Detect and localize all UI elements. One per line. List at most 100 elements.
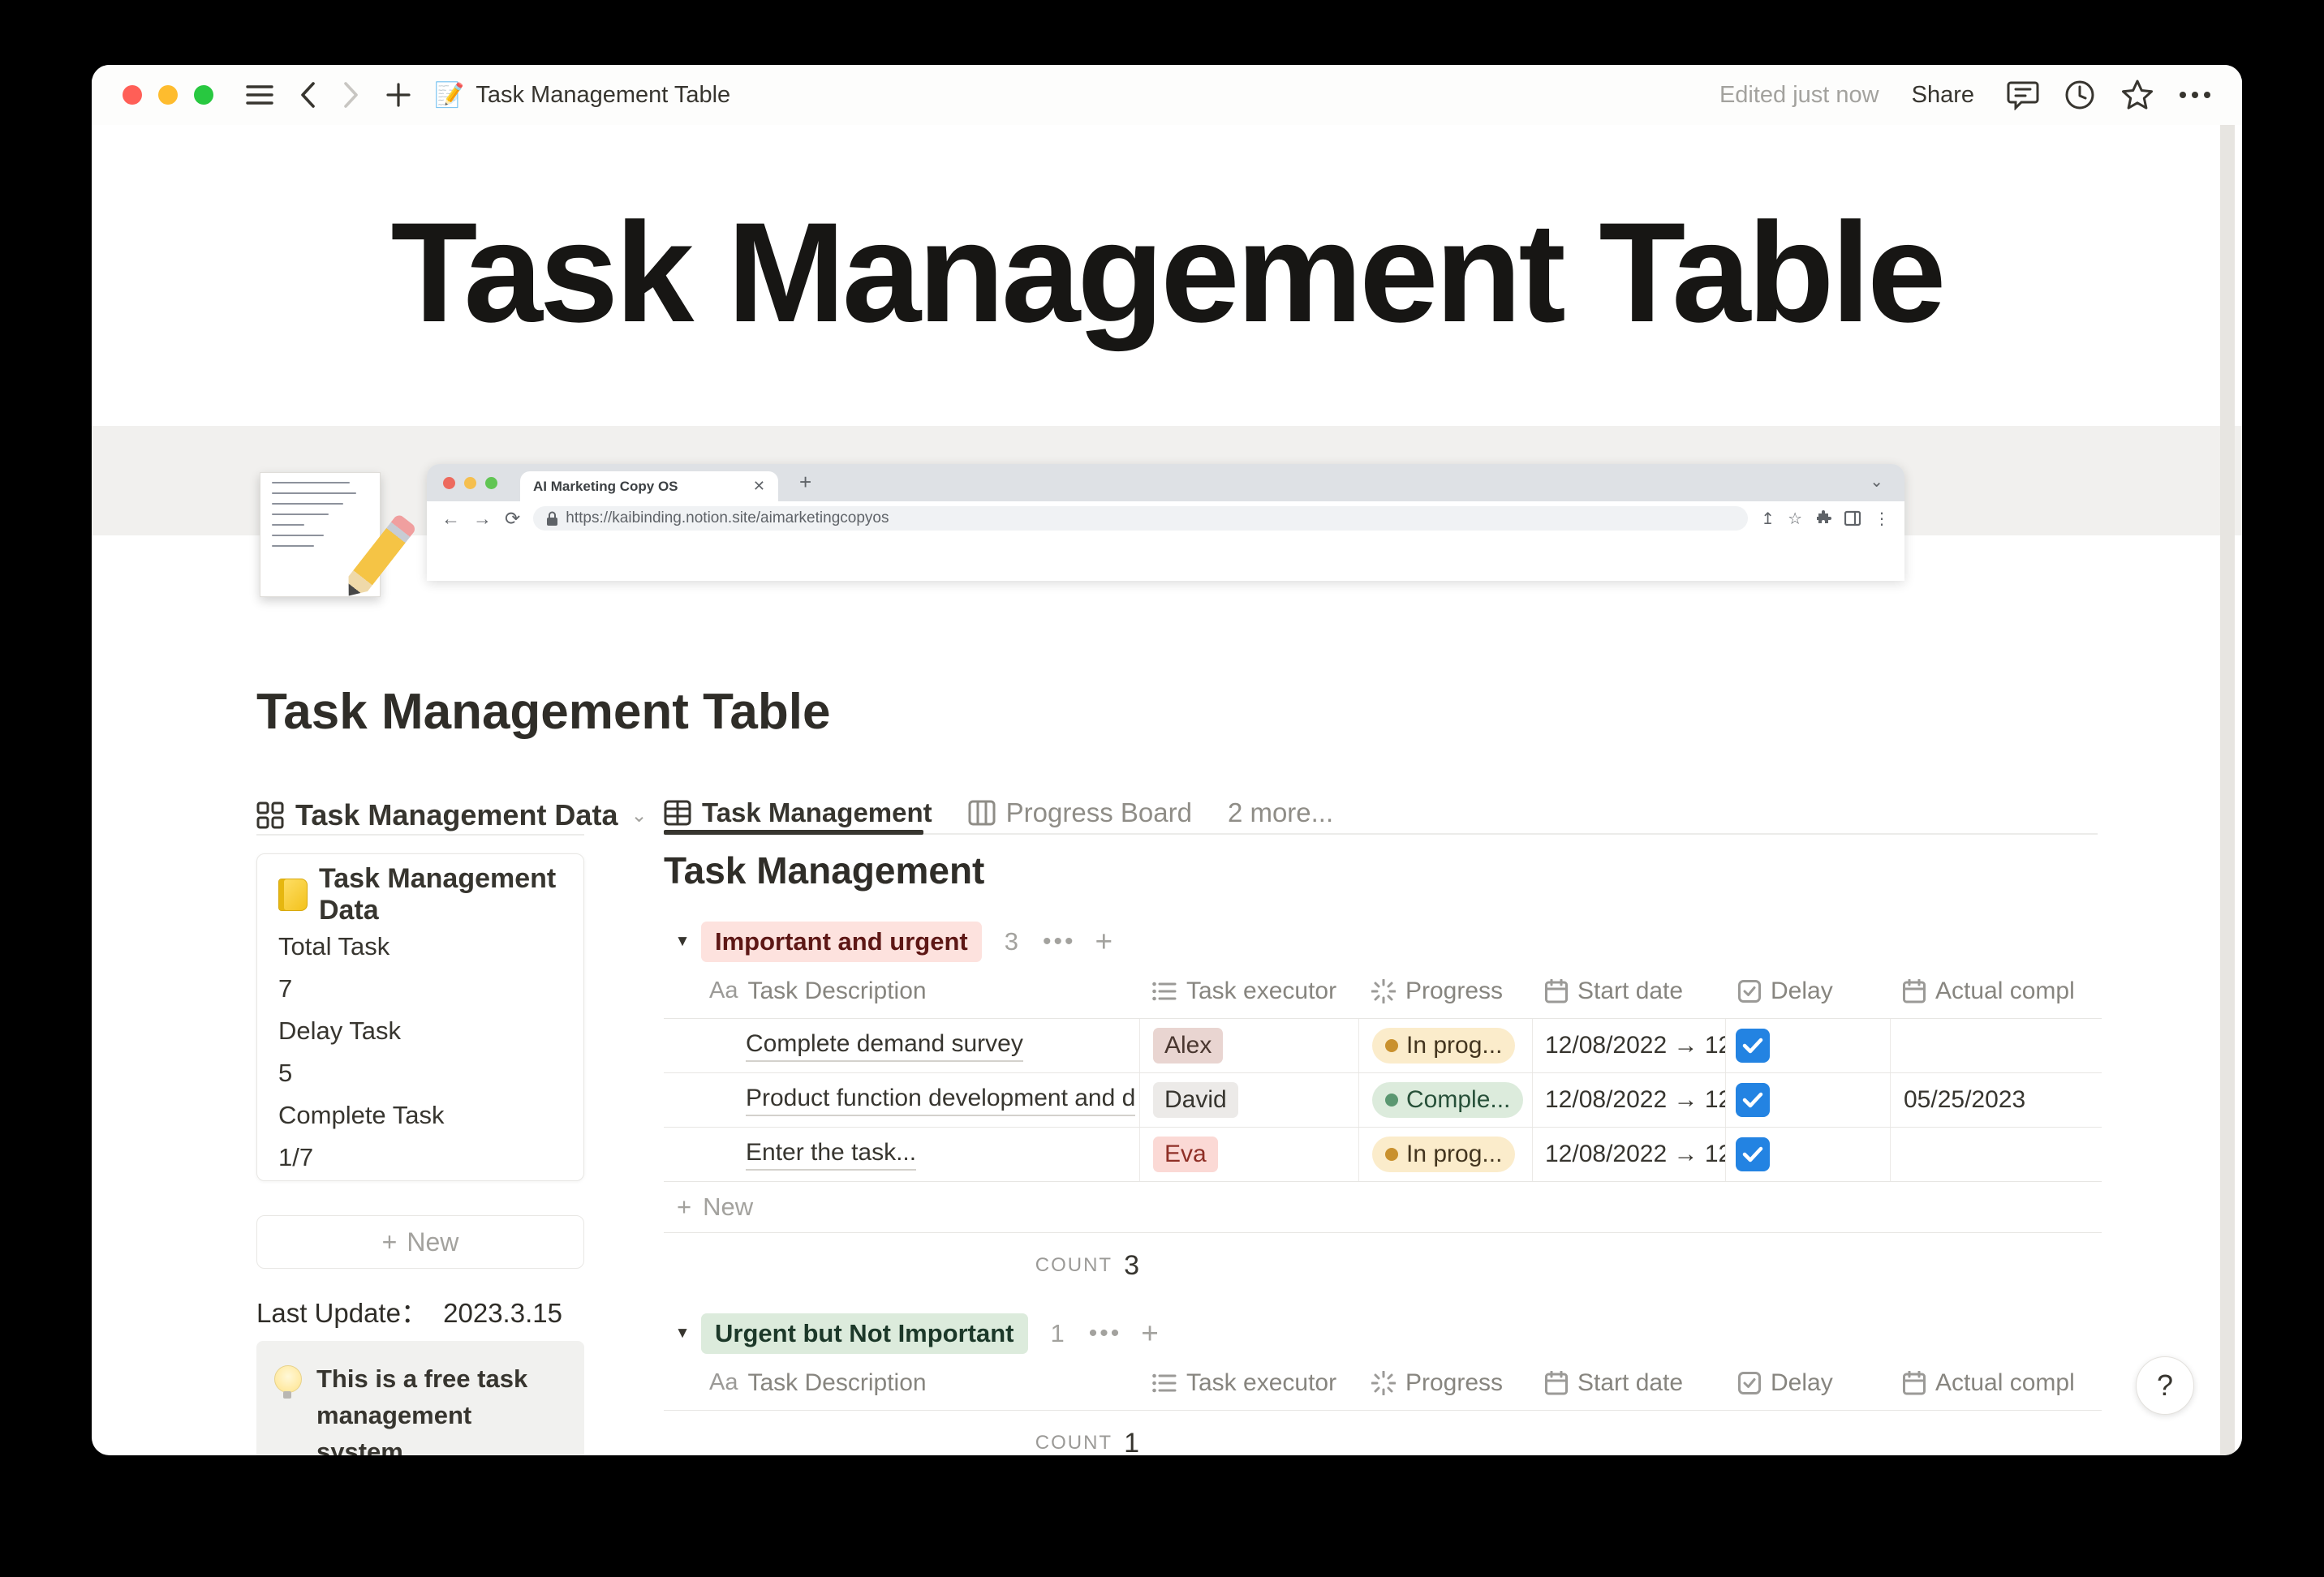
actual-complete-cell[interactable]: 05/25/2023 bbox=[1890, 1073, 2098, 1127]
collection-divider bbox=[256, 834, 584, 836]
group-name-badge[interactable]: Important and urgent bbox=[701, 922, 982, 962]
column-header-label: Task executor bbox=[1186, 1369, 1336, 1397]
delay-cell[interactable] bbox=[1725, 1019, 1890, 1072]
actual-complete-cell[interactable] bbox=[1890, 1019, 2098, 1072]
column-header[interactable]: AaTask Description bbox=[664, 978, 1139, 1005]
stats-card: Task Management Data Total Task 7 Delay … bbox=[256, 853, 584, 1181]
cover-hero-title: Task Management Table bbox=[92, 202, 2242, 344]
stat-label: Total Task bbox=[278, 926, 562, 968]
table-row[interactable]: Product function development and d David C… bbox=[664, 1073, 2102, 1128]
tab-task-management[interactable]: Task Management bbox=[664, 797, 932, 828]
group-name-badge[interactable]: Urgent but Not Important bbox=[701, 1313, 1028, 1354]
text-property-icon: Aa bbox=[709, 1369, 738, 1396]
menu-icon[interactable] bbox=[246, 84, 273, 105]
browser-mockup: AI Marketing Copy OS ✕ + ⌄ ← → ⟳ https:/… bbox=[427, 464, 1904, 581]
status-property-icon bbox=[1371, 979, 1396, 1003]
page-scrollbar[interactable] bbox=[2220, 125, 2235, 1455]
task-executor-cell[interactable]: David bbox=[1139, 1073, 1358, 1127]
progress-cell[interactable]: In prog... bbox=[1358, 1019, 1532, 1072]
delay-checkbox-checked[interactable] bbox=[1736, 1029, 1770, 1063]
forward-icon[interactable] bbox=[342, 80, 361, 110]
browser-zoom-button bbox=[485, 477, 497, 489]
new-row-button[interactable]: +New bbox=[664, 1182, 2102, 1233]
executor-badge: David bbox=[1153, 1082, 1238, 1118]
progress-badge: In prog... bbox=[1372, 1137, 1515, 1172]
browser-bookmark-star-icon: ☆ bbox=[1788, 509, 1802, 529]
column-header[interactable]: Start date bbox=[1532, 1369, 1725, 1397]
task-executor-cell[interactable]: Eva bbox=[1139, 1128, 1358, 1181]
stats-card-header[interactable]: Task Management Data bbox=[278, 875, 562, 914]
table-row[interactable]: Enter the task...Eva In prog... 12/08/2022… bbox=[664, 1128, 2102, 1182]
start-date-cell[interactable]: 12/08/2022 → 12 bbox=[1532, 1128, 1725, 1181]
new-page-icon[interactable] bbox=[385, 82, 411, 108]
task-description-cell[interactable]: Product function development and d bbox=[664, 1073, 1139, 1127]
actual-complete-cell[interactable] bbox=[1890, 1128, 2098, 1181]
browser-menu-kebab-icon: ⋮ bbox=[1874, 509, 1890, 529]
column-header[interactable]: Delay bbox=[1725, 1369, 1890, 1397]
browser-url-field: https://kaibinding.notion.site/aimarketi… bbox=[533, 506, 1748, 531]
group-add-icon[interactable]: + bbox=[1095, 925, 1113, 959]
task-description-cell[interactable]: Enter the task... bbox=[664, 1128, 1139, 1181]
browser-page-body bbox=[427, 535, 1904, 581]
minimize-window-button[interactable] bbox=[158, 85, 178, 105]
column-header[interactable]: Task executor bbox=[1139, 978, 1358, 1005]
toolbar: 📝 Task Management Table Edited just now … bbox=[92, 65, 2242, 125]
callout-text: This is a free task management system. bbox=[316, 1360, 566, 1455]
column-header[interactable]: AaTask Description bbox=[664, 1369, 1139, 1397]
progress-cell[interactable]: Comple... bbox=[1358, 1073, 1532, 1127]
delay-checkbox-checked[interactable] bbox=[1736, 1083, 1770, 1117]
group-more-icon[interactable]: ••• bbox=[1089, 1320, 1122, 1347]
share-button[interactable]: Share bbox=[1912, 82, 1974, 109]
tab-more-views[interactable]: 2 more... bbox=[1228, 797, 1333, 828]
comments-icon[interactable] bbox=[2007, 79, 2039, 110]
delay-checkbox-checked[interactable] bbox=[1736, 1137, 1770, 1171]
delay-cell[interactable] bbox=[1725, 1073, 1890, 1127]
last-update-label: Last Update： bbox=[256, 1298, 428, 1328]
column-header-label: Start date bbox=[1577, 1369, 1683, 1397]
column-header-label: Actual compl bbox=[1935, 1369, 2075, 1397]
group-collapse-toggle[interactable]: ▼ bbox=[664, 933, 701, 951]
history-icon[interactable] bbox=[2064, 79, 2096, 111]
progress-badge: In prog... bbox=[1372, 1028, 1515, 1064]
tab-progress-board[interactable]: Progress Board bbox=[968, 797, 1192, 828]
section-title: Task Management bbox=[664, 849, 984, 892]
close-window-button[interactable] bbox=[123, 85, 142, 105]
calendar-icon bbox=[1545, 1371, 1568, 1395]
last-update-value: 2023.3.15 bbox=[443, 1298, 562, 1328]
column-header[interactable]: Actual compl bbox=[1890, 978, 2098, 1005]
favorite-star-icon[interactable] bbox=[2120, 79, 2154, 111]
collection-selector[interactable]: Task Management Data ⌄ bbox=[256, 795, 648, 836]
help-button[interactable]: ? bbox=[2136, 1356, 2194, 1415]
column-header[interactable]: Start date bbox=[1532, 978, 1725, 1005]
table-row[interactable]: Complete demand surveyAlex In prog... 12/0… bbox=[664, 1019, 2102, 1073]
count-label: COUNT bbox=[1035, 1432, 1113, 1455]
task-description-cell[interactable]: Complete demand survey bbox=[664, 1019, 1139, 1072]
column-header[interactable]: Progress bbox=[1358, 978, 1532, 1005]
group-more-icon[interactable]: ••• bbox=[1043, 928, 1076, 956]
progress-cell[interactable]: In prog... bbox=[1358, 1128, 1532, 1181]
delay-cell[interactable] bbox=[1725, 1128, 1890, 1181]
view-tabs: Task Management Progress Board 2 more... bbox=[664, 793, 1333, 832]
sidebar-icon bbox=[1844, 510, 1861, 526]
group-add-icon[interactable]: + bbox=[1141, 1317, 1159, 1351]
group-count-row: COUNT1 bbox=[664, 1411, 1139, 1455]
zoom-window-button[interactable] bbox=[194, 85, 213, 105]
status-dot bbox=[1385, 1039, 1398, 1052]
task-executor-cell[interactable]: Alex bbox=[1139, 1019, 1358, 1072]
status-dot bbox=[1385, 1148, 1398, 1161]
back-icon[interactable] bbox=[298, 80, 317, 110]
new-entry-button[interactable]: + New bbox=[256, 1215, 584, 1269]
group-collapse-toggle[interactable]: ▼ bbox=[664, 1325, 701, 1343]
plus-icon: + bbox=[382, 1227, 398, 1257]
column-header[interactable]: Actual compl bbox=[1890, 1369, 2098, 1397]
start-date-cell[interactable]: 12/08/2022 → 12 bbox=[1532, 1073, 1725, 1127]
column-header[interactable]: Delay bbox=[1725, 978, 1890, 1005]
browser-tab-close-icon: ✕ bbox=[753, 478, 765, 495]
window-page-title: Task Management Table bbox=[476, 82, 730, 109]
column-header[interactable]: Task executor bbox=[1139, 1369, 1358, 1397]
start-date-cell[interactable]: 12/08/2022 → 12 bbox=[1532, 1019, 1725, 1072]
column-header[interactable]: Progress bbox=[1358, 1369, 1532, 1397]
browser-tabstrip: AI Marketing Copy OS ✕ + ⌄ bbox=[427, 464, 1904, 501]
more-options-icon[interactable] bbox=[2179, 91, 2211, 99]
progress-badge: Comple... bbox=[1372, 1082, 1523, 1118]
